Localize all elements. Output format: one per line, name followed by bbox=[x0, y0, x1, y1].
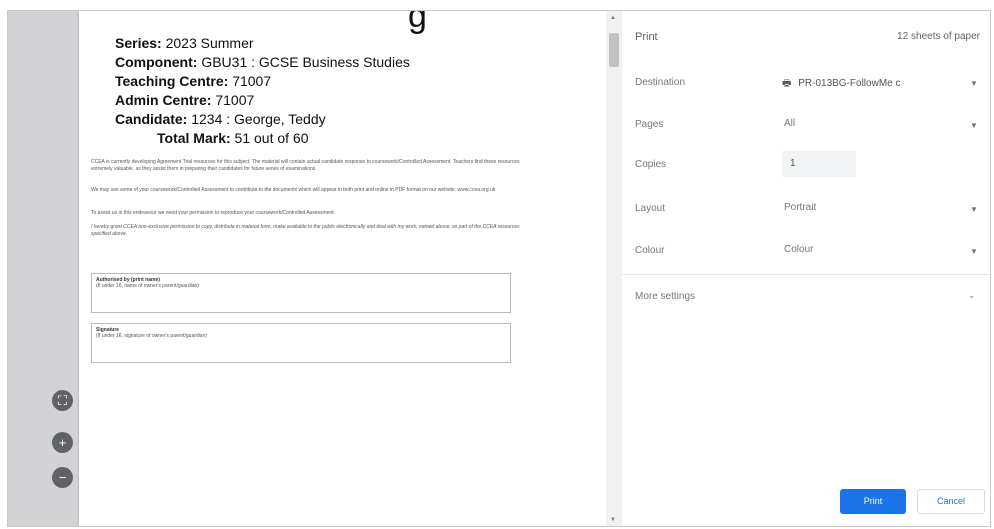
scroll-down-icon[interactable]: ▼ bbox=[610, 517, 616, 523]
pages-label: Pages bbox=[635, 119, 664, 130]
print-button[interactable]: Print bbox=[840, 489, 906, 514]
print-dialog: Series: 2023 Summer Component: GBU31 : G… bbox=[7, 10, 991, 527]
destination-value: PR-013BG-FollowMe c bbox=[798, 78, 901, 89]
print-title: Print bbox=[635, 31, 658, 43]
chevron-down-icon[interactable]: ▼ bbox=[970, 79, 978, 88]
zoom-in-button[interactable]: + bbox=[52, 432, 73, 453]
chevron-down-icon[interactable]: ▼ bbox=[970, 247, 978, 256]
total-mark-line: Total Mark: 51 out of 60 bbox=[157, 130, 309, 146]
colour-label: Colour bbox=[635, 245, 665, 256]
copies-input[interactable]: 1 bbox=[782, 151, 856, 177]
series-line: Series: 2023 Summer bbox=[115, 35, 254, 51]
fit-to-page-icon: ⛶ bbox=[57, 393, 68, 408]
layout-label: Layout bbox=[635, 203, 666, 214]
pages-select[interactable]: All bbox=[784, 118, 795, 129]
sheet-count: 12 sheets of paper bbox=[897, 31, 980, 42]
certificate-block: Series: 2023 Summer Component: GBU31 : G… bbox=[115, 34, 410, 148]
chevron-down-icon[interactable]: ⌄ bbox=[968, 290, 976, 301]
authorised-by-subtitle: (If under 16, name of owner's parent/gua… bbox=[96, 283, 199, 289]
scroll-up-icon[interactable]: ▲ bbox=[610, 15, 616, 21]
paragraph-permission: I hereby grant CCEA non-exclusive permis… bbox=[91, 224, 520, 237]
colour-select[interactable]: Colour bbox=[784, 244, 813, 255]
cancel-button[interactable]: Cancel bbox=[917, 489, 985, 514]
preview-scrollbar[interactable]: ▲ ▼ bbox=[606, 11, 622, 526]
paragraph-website: We may use some of your coursework/Contr… bbox=[91, 187, 496, 193]
layout-select[interactable]: Portrait bbox=[784, 202, 816, 213]
print-settings-panel: Print 12 sheets of paper Destination 🖶 P… bbox=[622, 11, 990, 526]
zoom-out-button[interactable]: − bbox=[52, 467, 73, 488]
printer-icon: 🖶 bbox=[782, 78, 792, 89]
copies-label: Copies bbox=[635, 159, 667, 170]
settings-divider bbox=[622, 274, 990, 275]
scroll-thumb[interactable] bbox=[609, 33, 619, 67]
signature-subtitle: (If under 16, signature of owner's paren… bbox=[96, 333, 208, 339]
candidate-line: Candidate: 1234 : George, Teddy bbox=[115, 111, 326, 127]
admin-centre-line: Admin Centre: 71007 bbox=[115, 92, 255, 108]
component-line: Component: GBU31 : GCSE Business Studies bbox=[115, 54, 410, 70]
chevron-down-icon[interactable]: ▼ bbox=[970, 205, 978, 214]
destination-label: Destination bbox=[635, 77, 686, 88]
preview-page: Series: 2023 Summer Component: GBU31 : G… bbox=[79, 11, 606, 526]
paragraph-intro: CCEA is currently developing Agreement T… bbox=[91, 159, 520, 172]
more-settings-toggle[interactable]: More settings bbox=[635, 291, 695, 302]
top-text-fragment: g bbox=[408, 10, 427, 35]
fit-to-page-button[interactable]: ⛶ bbox=[52, 390, 73, 411]
paragraph-assist: To assist us in this endeavour we need y… bbox=[91, 210, 336, 216]
authorised-by-box: Authorised by (print name) (If under 16,… bbox=[91, 273, 511, 313]
print-preview-area: Series: 2023 Summer Component: GBU31 : G… bbox=[8, 11, 622, 526]
zoom-out-icon: − bbox=[58, 470, 67, 485]
destination-select[interactable]: 🖶 PR-013BG-FollowMe c bbox=[782, 76, 901, 93]
teaching-centre-line: Teaching Centre: 71007 bbox=[115, 73, 272, 89]
chevron-down-icon[interactable]: ▼ bbox=[970, 121, 978, 130]
signature-box: Signature (If under 16, signature of own… bbox=[91, 323, 511, 363]
zoom-in-icon: + bbox=[58, 435, 67, 450]
